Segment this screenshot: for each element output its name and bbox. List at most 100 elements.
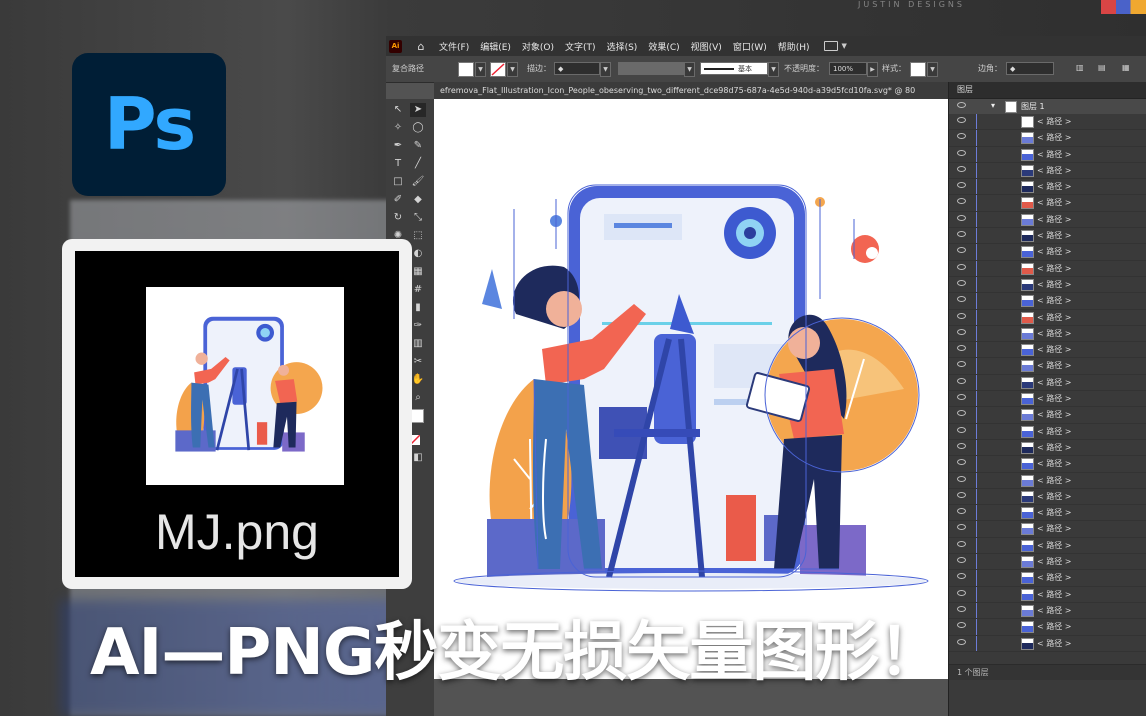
layer-path-row[interactable]: < 路径 > — [949, 358, 1146, 375]
visibility-eye-icon[interactable] — [957, 345, 966, 352]
menu-view[interactable]: 视图(V) — [691, 40, 722, 53]
curvature-tool-icon[interactable]: ✎ — [410, 139, 426, 153]
visibility-eye-icon[interactable] — [957, 182, 966, 189]
eraser-icon[interactable]: ◆ — [410, 193, 426, 207]
layer-path-row[interactable]: < 路径 > — [949, 570, 1146, 587]
visibility-eye-icon[interactable] — [957, 394, 966, 401]
layer-path-row[interactable]: < 路径 > — [949, 114, 1146, 131]
distribute-icon[interactable]: ▦ — [1122, 63, 1130, 72]
visibility-eye-icon[interactable] — [957, 149, 966, 156]
profile-dropdown[interactable]: ▼ — [684, 62, 695, 77]
transform-icon[interactable]: ▤ — [1098, 63, 1106, 72]
layer-path-row[interactable]: < 路径 > — [949, 325, 1146, 343]
visibility-eye-icon[interactable] — [957, 573, 966, 580]
variable-width-profile[interactable] — [618, 62, 684, 75]
document-tab[interactable]: efremova_Flat_Illustration_Icon_People_o… — [434, 82, 948, 100]
zoom-tool-icon[interactable]: ⌕ — [410, 391, 426, 405]
visibility-eye-icon[interactable] — [957, 214, 966, 221]
scale-tool-icon[interactable]: ⤡ — [410, 211, 426, 225]
hand-tool-icon[interactable]: ✋ — [410, 373, 426, 387]
type-tool-icon[interactable]: T — [390, 157, 406, 171]
layer-path-row[interactable]: < 路径 > — [949, 228, 1146, 245]
layer-path-row[interactable]: < 路径 > — [949, 195, 1146, 212]
visibility-eye-icon[interactable] — [957, 475, 966, 482]
selection-tool-icon[interactable]: ↖ — [390, 103, 406, 117]
visibility-eye-icon[interactable] — [957, 117, 966, 123]
draw-mode-icon[interactable]: ◧ — [410, 451, 426, 465]
fill-color-icon[interactable] — [410, 409, 424, 423]
layer-path-row[interactable]: < 路径 > — [949, 554, 1146, 571]
fill-dropdown[interactable]: ▼ — [475, 62, 486, 77]
rotate-tool-icon[interactable]: ↻ — [390, 211, 406, 225]
opacity-input[interactable]: 100% — [829, 62, 867, 75]
perspective-grid-icon[interactable]: ▦ — [410, 265, 426, 279]
gradient-tool-icon[interactable]: ▮ — [410, 301, 426, 315]
visibility-eye-icon[interactable] — [957, 557, 966, 564]
visibility-eye-icon[interactable] — [957, 524, 966, 531]
pen-tool-icon[interactable]: ✒ — [390, 139, 406, 153]
stroke-weight-dropdown[interactable]: ▼ — [600, 62, 611, 77]
shape-builder-icon[interactable]: ◐ — [410, 247, 426, 261]
layer-path-row[interactable]: < 路径 > — [949, 456, 1146, 473]
visibility-eye-icon[interactable] — [957, 296, 966, 303]
layer-path-row[interactable]: < 路径 > — [949, 391, 1146, 408]
workspace-icon[interactable] — [823, 41, 838, 51]
stroke-dropdown[interactable]: ▼ — [507, 62, 518, 77]
shaper-tool-icon[interactable]: ✐ — [390, 193, 406, 207]
visibility-eye-icon[interactable] — [957, 231, 966, 238]
menu-edit[interactable]: 编辑(E) — [480, 40, 511, 53]
lasso-icon[interactable]: ◯ — [410, 121, 426, 135]
direct-selection-tool-icon[interactable]: ➤ — [410, 103, 426, 117]
expand-chevron-icon[interactable]: ▾ — [991, 101, 995, 110]
layer-path-row[interactable]: < 路径 > — [949, 293, 1146, 310]
visibility-eye-icon[interactable] — [957, 540, 966, 547]
menu-select[interactable]: 选择(S) — [607, 40, 638, 53]
visibility-eye-icon[interactable] — [957, 165, 966, 172]
layer-path-row[interactable]: < 路径 > — [949, 146, 1146, 163]
visibility-eye-icon[interactable] — [957, 426, 966, 433]
fill-swatch[interactable] — [458, 62, 474, 77]
layer-path-row[interactable]: < 路径 > — [949, 488, 1146, 506]
layer-path-row[interactable]: < 路径 > — [949, 179, 1146, 196]
layer-path-row[interactable]: < 路径 > — [949, 407, 1146, 424]
eyedropper-icon[interactable]: ✑ — [410, 319, 426, 333]
visibility-eye-icon[interactable] — [957, 312, 966, 319]
layer-path-row[interactable]: < 路径 > — [949, 276, 1146, 294]
layer-path-row[interactable]: < 路径 > — [949, 439, 1146, 457]
visibility-eye-icon[interactable] — [957, 361, 966, 368]
visibility-eye-icon[interactable] — [957, 410, 966, 417]
menu-effect[interactable]: 效果(C) — [648, 40, 679, 53]
layer-path-row[interactable]: < 路径 > — [949, 130, 1146, 147]
visibility-eye-icon[interactable] — [957, 102, 966, 108]
line-tool-icon[interactable]: ╱ — [410, 157, 426, 171]
visibility-eye-icon[interactable] — [957, 377, 966, 384]
menu-window[interactable]: 窗口(W) — [733, 40, 767, 53]
home-icon[interactable]: ⌂ — [414, 40, 428, 53]
visibility-eye-icon[interactable] — [957, 491, 966, 498]
layer-path-row[interactable]: < 路径 > — [949, 244, 1146, 261]
align-icon[interactable]: ▥ — [1076, 63, 1084, 72]
graph-tool-icon[interactable]: ▥ — [410, 337, 426, 351]
menu-object[interactable]: 对象(O) — [522, 40, 554, 53]
layer-path-row[interactable]: < 路径 > — [949, 423, 1146, 440]
chevron-down-icon[interactable]: ▼ — [842, 42, 847, 50]
brush-definition[interactable]: 基本 — [700, 62, 768, 75]
layer-path-row[interactable]: < 路径 > — [949, 537, 1146, 555]
visibility-eye-icon[interactable] — [957, 508, 966, 515]
visibility-eye-icon[interactable] — [957, 328, 966, 335]
magic-wand-icon[interactable]: ✧ — [390, 121, 406, 135]
visibility-eye-icon[interactable] — [957, 198, 966, 205]
layer-path-row[interactable]: < 路径 > — [949, 472, 1146, 489]
stroke-swatch[interactable] — [490, 62, 506, 77]
layer-path-row[interactable]: < 路径 > — [949, 505, 1146, 522]
visibility-eye-icon[interactable] — [957, 442, 966, 449]
slice-tool-icon[interactable]: ✂ — [410, 355, 426, 369]
menu-help[interactable]: 帮助(H) — [778, 40, 810, 53]
visibility-eye-icon[interactable] — [957, 589, 966, 596]
layer-path-row[interactable]: < 路径 > — [949, 309, 1146, 326]
layer-row-1[interactable]: ▾ 图层 1 — [949, 99, 1146, 114]
layer-path-row[interactable]: < 路径 > — [949, 162, 1146, 180]
layer-path-row[interactable]: < 路径 > — [949, 586, 1146, 603]
visibility-eye-icon[interactable] — [957, 459, 966, 466]
opacity-dropdown[interactable]: ▶ — [867, 62, 878, 77]
